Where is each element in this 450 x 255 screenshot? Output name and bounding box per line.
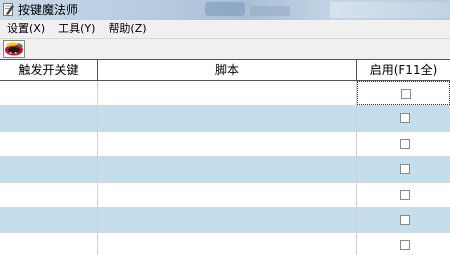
menu-settings[interactable]: 设置(X)	[0, 20, 51, 38]
enabled-checkbox[interactable]	[400, 214, 410, 225]
column-header-trigger-key[interactable]: 触发开关键	[0, 60, 98, 80]
enabled-checkbox[interactable]	[400, 189, 410, 200]
trigger-key-cell[interactable]	[0, 131, 98, 157]
menu-bar: 设置(X) 工具(Y) 帮助(Z)	[0, 20, 450, 39]
table-row[interactable]	[0, 182, 450, 208]
app-window: 按键魔法师 设置(X) 工具(Y) 帮助(Z) 触发开关键 脚本 启用(F11全…	[0, 0, 450, 255]
toolbar	[0, 39, 450, 59]
enabled-cell[interactable]	[357, 208, 450, 232]
script-cell[interactable]	[98, 106, 357, 131]
color-logo-icon[interactable]	[3, 40, 25, 58]
script-cell[interactable]	[98, 207, 357, 233]
enabled-cell[interactable]	[357, 233, 450, 255]
app-icon	[3, 3, 14, 16]
enabled-checkbox[interactable]	[400, 164, 410, 175]
column-header-enabled[interactable]: 启用(F11全)	[357, 60, 450, 80]
enabled-cell[interactable]	[357, 106, 450, 130]
background-blur	[205, 2, 245, 16]
enabled-cell[interactable]	[357, 157, 450, 181]
table-row[interactable]	[0, 106, 450, 132]
table-row[interactable]	[0, 207, 450, 234]
menu-tools[interactable]: 工具(Y)	[51, 20, 101, 38]
table-row[interactable]	[0, 131, 450, 158]
title-bar[interactable]: 按键魔法师	[0, 0, 450, 20]
trigger-key-cell[interactable]	[0, 157, 98, 182]
enabled-checkbox[interactable]	[401, 89, 411, 99]
background-blur	[250, 6, 290, 16]
enabled-checkbox[interactable]	[400, 240, 410, 251]
enabled-cell[interactable]	[357, 132, 450, 156]
script-cell[interactable]	[98, 81, 357, 106]
trigger-key-cell[interactable]	[0, 233, 98, 255]
script-cell[interactable]	[98, 157, 357, 182]
trigger-key-cell[interactable]	[0, 81, 98, 106]
trigger-key-cell[interactable]	[0, 207, 98, 233]
script-cell[interactable]	[98, 182, 357, 207]
table-row[interactable]	[0, 157, 450, 183]
table-body	[0, 81, 450, 255]
window-title: 按键魔法师	[18, 3, 79, 17]
table-row[interactable]	[0, 233, 450, 255]
key-script-table: 触发开关键 脚本 启用(F11全)	[0, 59, 450, 255]
column-header-script[interactable]: 脚本	[98, 60, 357, 80]
script-cell[interactable]	[98, 131, 357, 157]
trigger-key-cell[interactable]	[0, 182, 98, 207]
enabled-checkbox[interactable]	[400, 113, 410, 124]
enabled-cell[interactable]	[357, 183, 450, 207]
enabled-checkbox[interactable]	[400, 138, 410, 149]
background-blur	[330, 2, 450, 18]
table-row[interactable]	[0, 81, 450, 107]
enabled-cell[interactable]	[357, 81, 450, 106]
script-cell[interactable]	[98, 233, 357, 255]
table-header: 触发开关键 脚本 启用(F11全)	[0, 59, 450, 81]
menu-help[interactable]: 帮助(Z)	[101, 20, 152, 38]
trigger-key-cell[interactable]	[0, 106, 98, 131]
